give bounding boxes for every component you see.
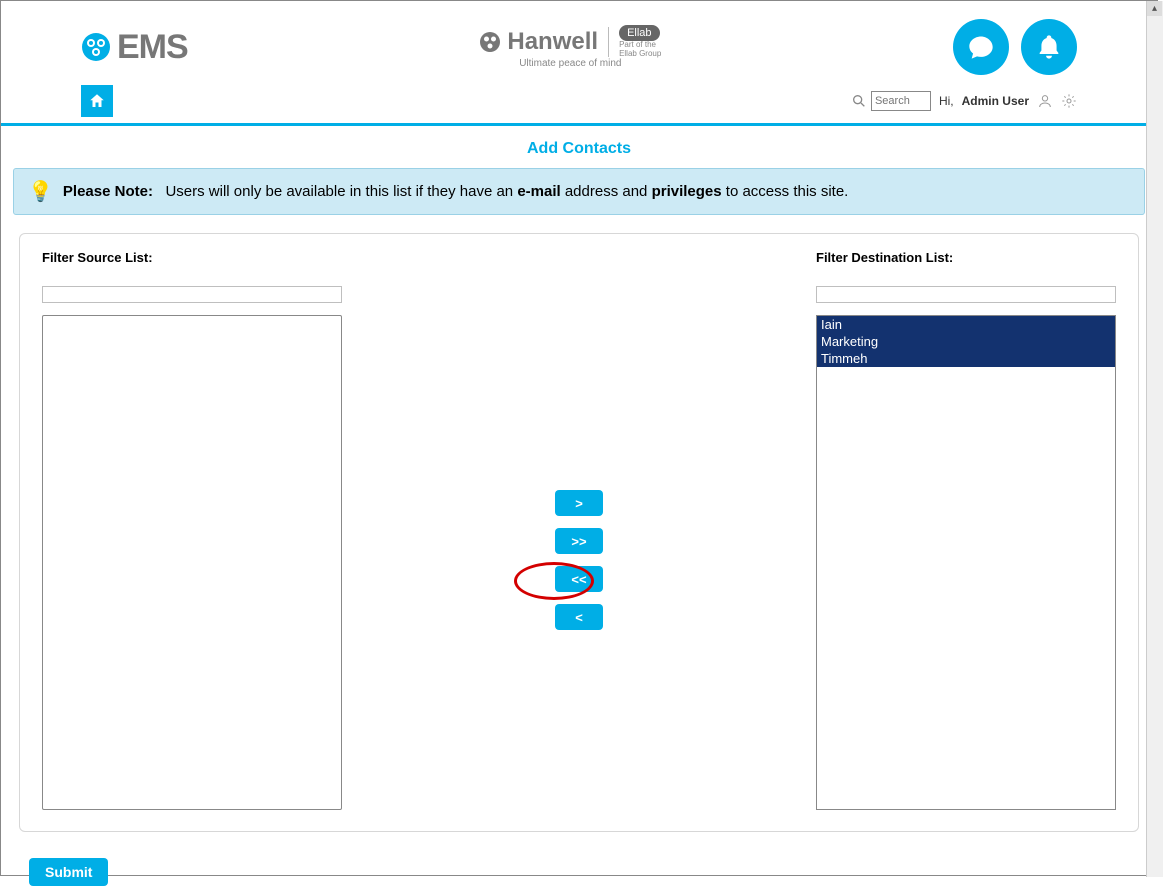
chat-icon	[967, 33, 995, 61]
list-item[interactable]: Timmeh	[817, 350, 1115, 367]
hanwell-logo-icon	[479, 31, 501, 53]
settings-icon[interactable]	[1061, 93, 1077, 109]
brand-left-text: EMS	[117, 28, 188, 67]
bell-icon	[1035, 33, 1063, 61]
ellab-badge: Ellab	[619, 25, 659, 41]
brand-tagline: Ultimate peace of mind	[519, 58, 621, 69]
home-icon	[88, 92, 106, 110]
note-text: Please Note: Users will only be availabl…	[63, 183, 848, 200]
list-item[interactable]: Marketing	[817, 333, 1115, 350]
dual-list-panel: Filter Source List: > >> << < Filter Des…	[19, 233, 1139, 832]
note-box: 💡 Please Note: Users will only be availa…	[13, 168, 1145, 215]
move-all-right-button[interactable]: >>	[555, 528, 603, 554]
brand-center-name: Hanwell	[507, 28, 598, 56]
filter-dest-input[interactable]	[816, 286, 1116, 303]
brand-center: Hanwell Ellab Part of the Ellab Group Ul…	[479, 25, 661, 70]
page-title: Add Contacts	[1, 126, 1157, 168]
dest-listbox[interactable]: IainMarketingTimmeh	[816, 315, 1116, 810]
search-input[interactable]	[871, 91, 931, 111]
page-scrollbar[interactable]: ▴	[1146, 1, 1163, 877]
move-left-button[interactable]: <	[555, 604, 603, 630]
chat-button[interactable]	[953, 19, 1009, 75]
move-right-button[interactable]: >	[555, 490, 603, 516]
brand-left: EMS	[81, 28, 188, 67]
move-all-left-button[interactable]: <<	[555, 566, 603, 592]
divider	[608, 27, 609, 57]
ellab-sub2: Ellab Group	[619, 50, 661, 59]
source-label: Filter Source List:	[42, 250, 342, 265]
ems-logo-icon	[81, 32, 111, 62]
submit-button[interactable]: Submit	[29, 858, 108, 886]
search-icon	[851, 93, 867, 109]
notifications-button[interactable]	[1021, 19, 1077, 75]
filter-source-input[interactable]	[42, 286, 342, 303]
greeting-user: Admin User	[962, 94, 1029, 108]
user-icon[interactable]	[1037, 93, 1053, 109]
greeting-prefix: Hi,	[939, 94, 954, 108]
header: EMS Hanwell Ellab Part of the Ellab Grou…	[1, 1, 1157, 85]
lightbulb-icon: 💡	[28, 179, 53, 204]
list-item[interactable]: Iain	[817, 316, 1115, 333]
dest-label: Filter Destination List:	[816, 250, 1116, 265]
source-listbox[interactable]	[42, 315, 342, 810]
home-button[interactable]	[81, 85, 113, 117]
